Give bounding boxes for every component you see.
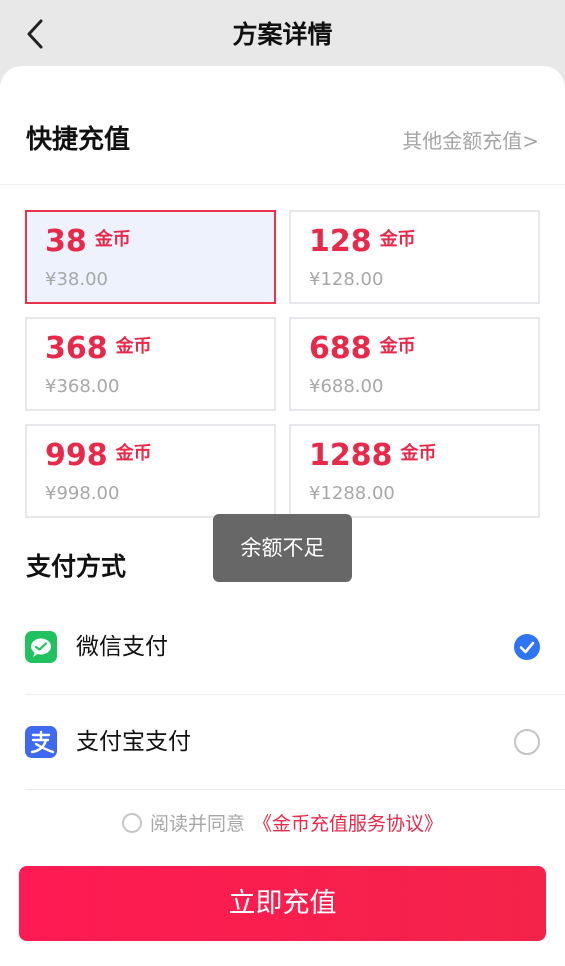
payment-label: 支付宝支付 bbox=[76, 729, 191, 755]
payment-radio-checked[interactable] bbox=[514, 634, 540, 660]
coin-unit: 金币 bbox=[379, 336, 416, 357]
page-title: 方案详情 bbox=[232, 20, 333, 49]
payment-option-alipay[interactable]: 支付宝支付 bbox=[0, 695, 565, 789]
plan-card-998[interactable]: 998 金币 ¥998.00 bbox=[25, 424, 276, 518]
divider bbox=[25, 789, 565, 790]
agreement-checkbox[interactable] bbox=[121, 812, 142, 833]
wechat-pay-icon bbox=[25, 631, 57, 663]
plan-price: ¥38.00 bbox=[45, 269, 108, 290]
alipay-icon bbox=[25, 726, 57, 758]
payment-radio-unchecked[interactable] bbox=[514, 729, 540, 755]
coin-amount: 688 bbox=[309, 331, 372, 366]
plan-price: ¥128.00 bbox=[309, 269, 384, 290]
coin-unit: 金币 bbox=[379, 229, 416, 250]
plan-price: ¥998.00 bbox=[45, 483, 120, 504]
payment-method-title: 支付方式 bbox=[26, 552, 127, 581]
quick-recharge-title: 快捷充值 bbox=[26, 125, 131, 155]
plan-price: ¥368.00 bbox=[45, 376, 120, 397]
agreement-row: 阅读并同意 《金币充值服务协议》 bbox=[0, 810, 565, 838]
agreement-prefix: 阅读并同意 bbox=[149, 813, 245, 835]
payment-option-wechat[interactable]: 微信支付 bbox=[0, 600, 565, 694]
coin-unit: 金币 bbox=[400, 443, 437, 464]
content-sheet: 快捷充值 其他金额充值> 38 金币 ¥38.00 128 金币 ¥128.00 3… bbox=[0, 66, 565, 966]
coin-unit: 金币 bbox=[115, 336, 152, 357]
plan-card-688[interactable]: 688 金币 ¥688.00 bbox=[289, 317, 540, 411]
coin-unit: 金币 bbox=[115, 443, 152, 464]
plan-card-128[interactable]: 128 金币 ¥128.00 bbox=[289, 210, 540, 304]
other-amount-link[interactable]: 其他金额充值> bbox=[402, 126, 539, 156]
top-bar: 方案详情 bbox=[0, 0, 565, 68]
plan-price: ¥1288.00 bbox=[309, 483, 395, 504]
plan-price: ¥688.00 bbox=[309, 376, 384, 397]
plan-card-38[interactable]: 38 金币 ¥38.00 bbox=[25, 210, 276, 304]
recharge-now-button[interactable]: 立即充值 bbox=[19, 866, 546, 941]
coin-amount: 128 bbox=[309, 224, 372, 259]
plan-card-368[interactable]: 368 金币 ¥368.00 bbox=[25, 317, 276, 411]
agreement-link[interactable]: 《金币充值服务协议》 bbox=[253, 813, 443, 835]
coin-amount: 1288 bbox=[309, 438, 393, 473]
coin-amount: 998 bbox=[45, 438, 108, 473]
check-icon bbox=[519, 641, 535, 654]
insufficient-balance-toast: 余额不足 bbox=[213, 514, 352, 582]
coin-unit: 金币 bbox=[94, 229, 131, 250]
coin-amount: 38 bbox=[45, 224, 87, 259]
payment-label: 微信支付 bbox=[76, 634, 168, 660]
coin-amount: 368 bbox=[45, 331, 108, 366]
plan-card-1288[interactable]: 1288 金币 ¥1288.00 bbox=[289, 424, 540, 518]
divider bbox=[0, 184, 565, 185]
